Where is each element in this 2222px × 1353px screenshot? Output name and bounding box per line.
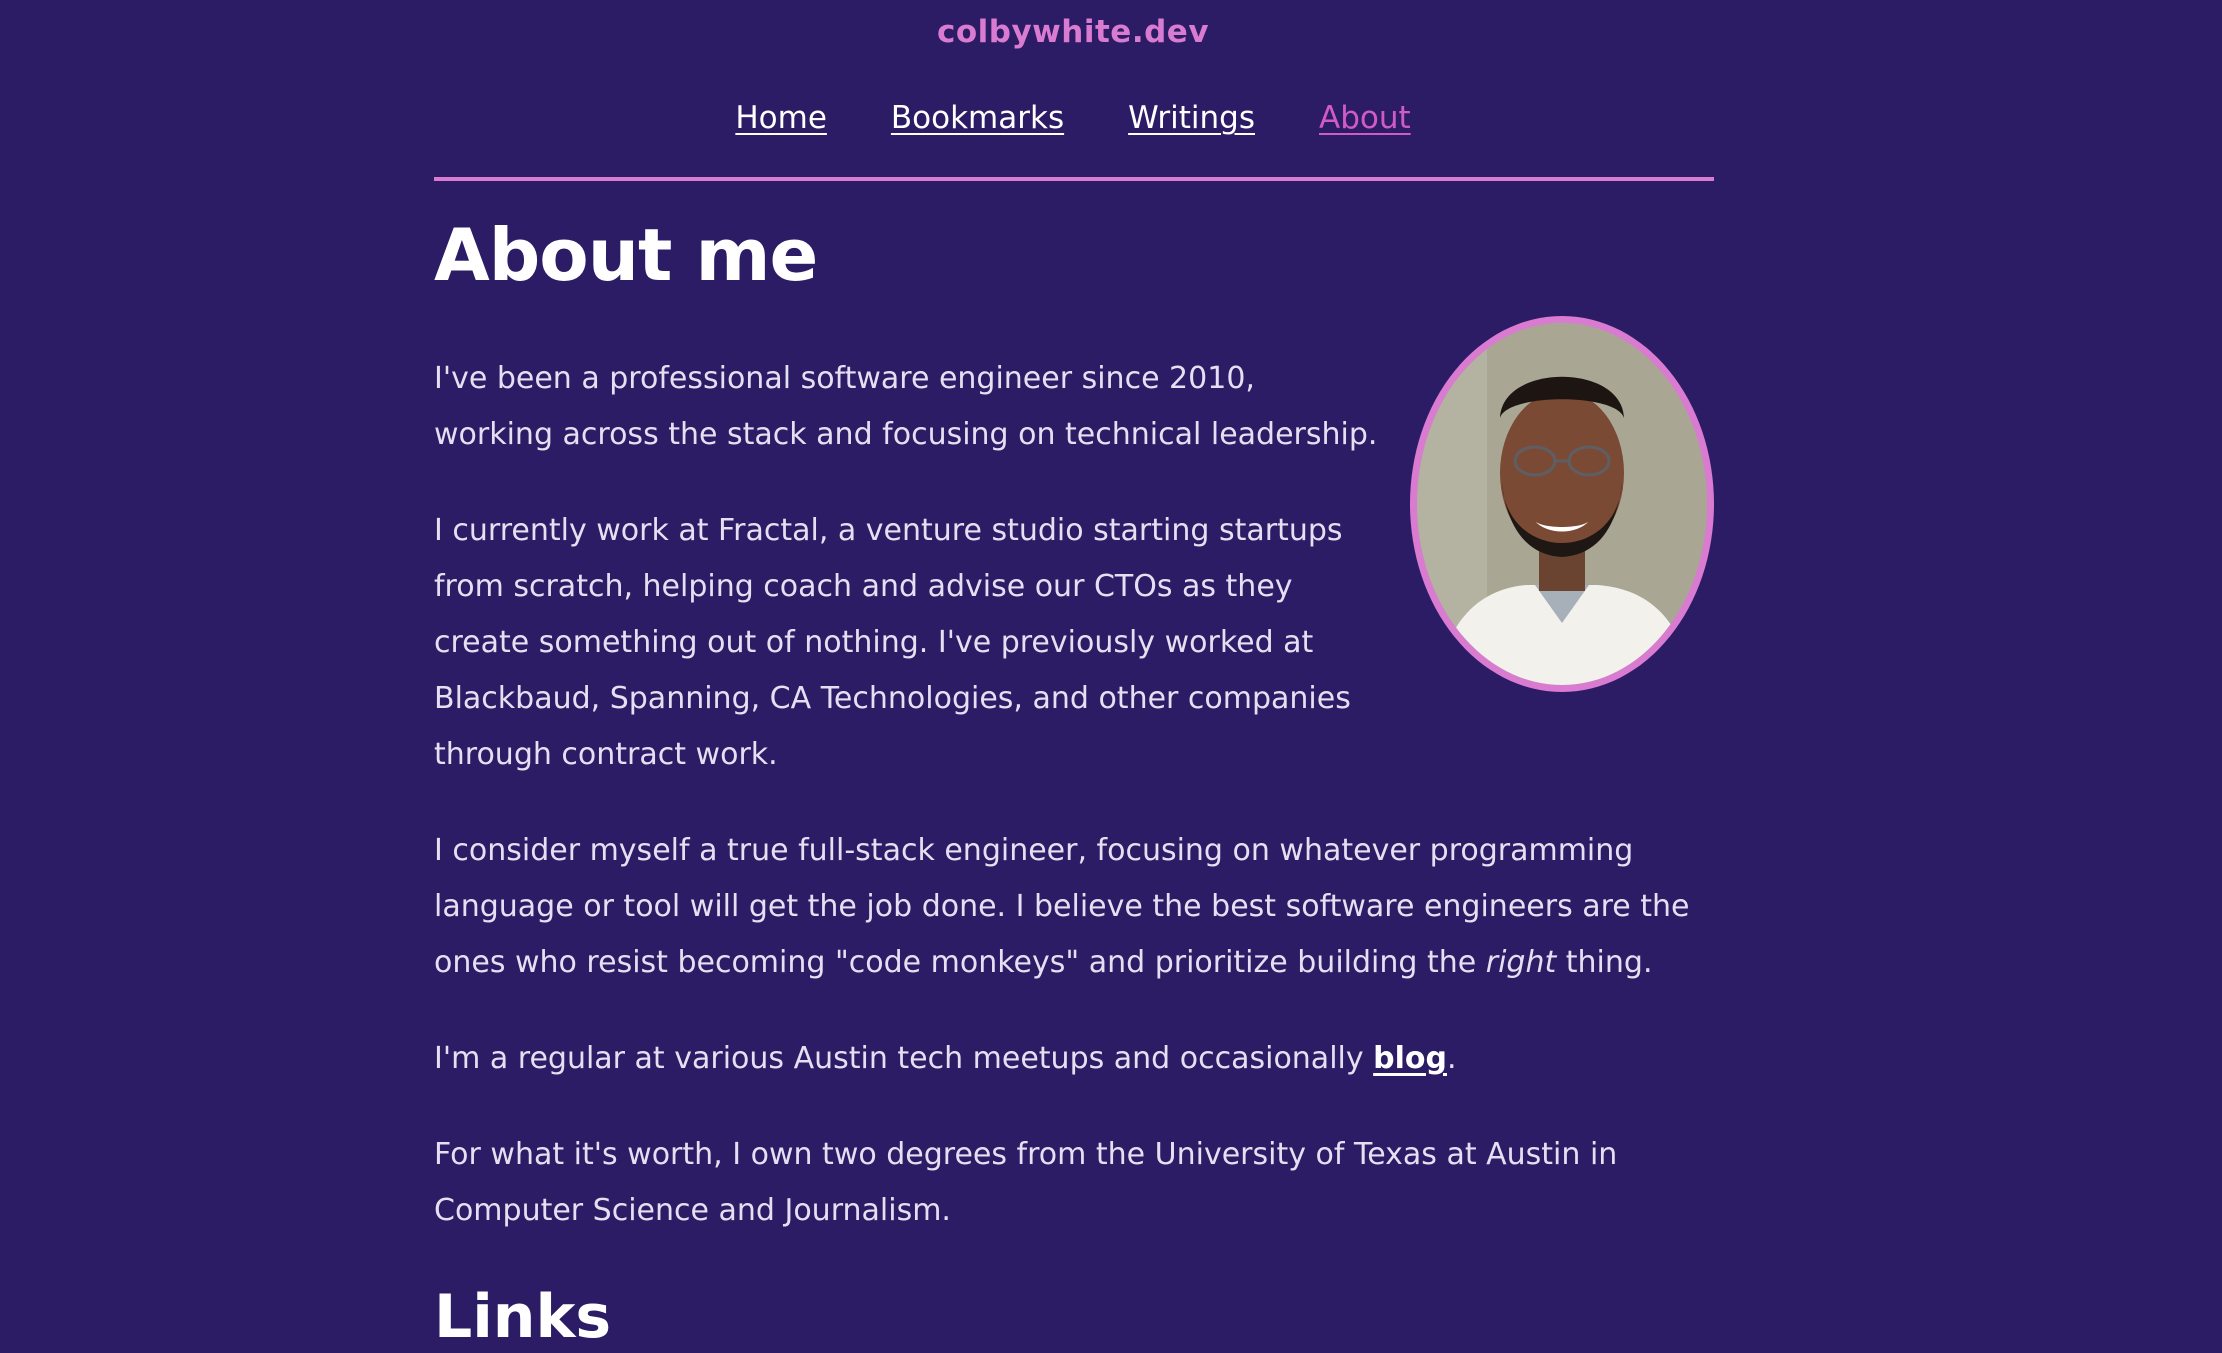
nav-bookmarks[interactable]: Bookmarks bbox=[891, 100, 1064, 136]
meetups-paragraph: I'm a regular at various Austin tech mee… bbox=[434, 1031, 1714, 1087]
philosophy-text-end: thing. bbox=[1556, 945, 1653, 980]
portrait-photo bbox=[1417, 323, 1707, 685]
header-divider bbox=[434, 177, 1714, 181]
nav-home[interactable]: Home bbox=[735, 100, 827, 136]
blog-link[interactable]: blog bbox=[1373, 1041, 1447, 1076]
main-nav: Home Bookmarks Writings About bbox=[0, 100, 2146, 136]
links-heading: Links bbox=[434, 1282, 612, 1352]
meetups-text: I'm a regular at various Austin tech mee… bbox=[434, 1041, 1374, 1076]
nav-writings[interactable]: Writings bbox=[1128, 100, 1255, 136]
meetups-text-end: . bbox=[1447, 1041, 1457, 1076]
emphasis-right: right bbox=[1485, 945, 1557, 980]
page-title: About me bbox=[434, 213, 818, 297]
about-content: About me I've been a professional softwa… bbox=[434, 205, 1714, 1353]
avatar bbox=[1410, 316, 1714, 692]
nav-about[interactable]: About bbox=[1319, 100, 1411, 136]
education-paragraph: For what it's worth, I own two degrees f… bbox=[434, 1137, 1618, 1228]
site-title[interactable]: colbywhite.dev bbox=[0, 14, 2146, 50]
philosophy-paragraph: I consider myself a true full-stack engi… bbox=[434, 823, 1714, 991]
